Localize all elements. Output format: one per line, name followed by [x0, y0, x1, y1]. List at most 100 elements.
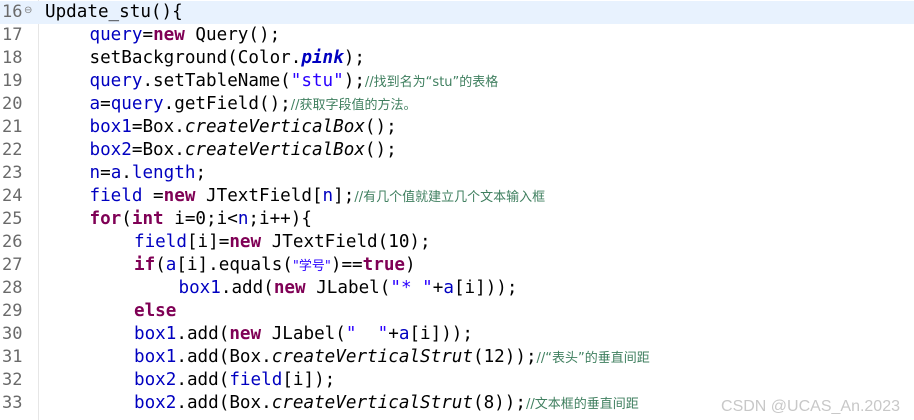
code-text: box2.add(Box.createVerticalStrut(8));//文…	[134, 392, 639, 415]
code-token: [i]));	[409, 324, 473, 344]
code-token: field	[229, 370, 283, 390]
code-line[interactable]: 26 field[i]=new JTextField(10);	[0, 231, 914, 254]
code-token: )==	[330, 255, 363, 275]
code-text: for(int i=0;i<n;i++){	[90, 208, 312, 231]
line-number: 27	[2, 255, 23, 275]
code-line[interactable]: 24 field =new JTextField[n];//有几个值就建立几个文本…	[0, 185, 914, 208]
code-token: [i]);	[282, 370, 336, 390]
code-token: "学号"	[292, 259, 331, 274]
code-line[interactable]: 21 box1=Box.createVerticalBox();	[0, 116, 914, 139]
code-token: query	[89, 25, 143, 45]
code-token: ;i++){	[248, 209, 312, 229]
code-token: JTextField(10);	[261, 232, 431, 252]
code-comment: //“表头”的垂直间距	[536, 351, 650, 366]
code-token: )	[405, 255, 416, 275]
code-token: +	[388, 324, 399, 344]
code-token: (12));	[472, 347, 537, 367]
code-keyword: new	[229, 324, 262, 344]
code-keyword: new	[153, 25, 185, 45]
code-token: .add(	[220, 278, 274, 298]
code-text: else	[134, 300, 176, 323]
code-token: +	[432, 278, 444, 298]
code-token: =	[142, 25, 154, 45]
code-line[interactable]: 27 if(a[i].equals("学号")==true)	[0, 254, 914, 277]
line-number: 17	[2, 25, 23, 45]
code-token: [i]));	[453, 278, 518, 298]
line-number: 28	[2, 278, 23, 298]
code-text: a=query.getField();//获取字段值的方法。	[90, 93, 417, 116]
code-line[interactable]: 31 box1.add(Box.createVerticalStrut(12));…	[0, 346, 914, 369]
code-token: n	[237, 209, 249, 229]
code-line[interactable]: 25 for(int i=0;i<n;i++){	[0, 208, 914, 231]
code-token: i=0;i<	[163, 209, 238, 229]
code-token: [i]=	[186, 232, 230, 252]
line-number: 23	[2, 163, 23, 183]
fold-toggle-icon[interactable]: ⊖	[24, 5, 32, 16]
code-token: );	[343, 48, 365, 68]
code-text: n=a.length;	[90, 162, 207, 185]
code-token: .	[121, 163, 132, 183]
code-token: "* "	[390, 278, 433, 298]
code-text: query.setTableName("stu");//找到名为“stu”的表格	[90, 70, 499, 93]
code-keyword: for	[89, 209, 122, 229]
code-token: =	[100, 163, 111, 183]
code-text: setBackground(Color.pink);	[90, 47, 365, 70]
code-token: a	[398, 324, 410, 344]
code-token: JTextField[	[195, 186, 323, 206]
code-token: =	[100, 94, 111, 114]
code-text: Update_stu(){	[45, 1, 183, 24]
code-token: createVerticalBox	[184, 140, 365, 160]
code-line[interactable]: 18 setBackground(Color.pink);	[0, 47, 914, 70]
code-editor[interactable]: 16 ⊖ Update_stu(){17 query=new Query(); 18 se…	[0, 0, 914, 420]
code-token: (	[121, 209, 132, 229]
code-line[interactable]: 28 box1.add(new JLabel("* "+a[i]));	[0, 277, 914, 300]
code-token: );	[343, 71, 365, 91]
code-token: a	[165, 255, 177, 275]
code-comment: //有几个值就建立几个文本输入框	[354, 190, 546, 205]
code-line[interactable]: 29 else	[0, 300, 914, 323]
code-line[interactable]: 19 query.setTableName("stu");//找到名为“stu”的…	[0, 70, 914, 93]
code-keyword: else	[134, 301, 177, 321]
code-token: (8));	[472, 393, 526, 413]
line-number: 31	[2, 347, 23, 367]
code-token: a	[89, 94, 101, 114]
code-text: query=new Query();	[90, 24, 281, 47]
line-number: 24	[2, 186, 23, 206]
code-token: =	[142, 186, 164, 206]
code-token: =Box.	[131, 140, 185, 160]
code-token: query	[110, 94, 164, 114]
line-number: 20	[2, 94, 23, 114]
code-keyword: true	[362, 255, 406, 275]
code-token: .add(Box.	[176, 347, 272, 367]
code-token: =Box.	[131, 117, 185, 137]
code-line[interactable]: 17 query=new Query();	[0, 24, 914, 47]
code-line[interactable]: 30 box1.add(new JLabel(" "+a[i]));	[0, 323, 914, 346]
code-line[interactable]: 20 a=query.getField();//获取字段值的方法。	[0, 93, 914, 116]
code-text: box1.add(Box.createVerticalStrut(12));//…	[134, 346, 650, 369]
code-token: createVerticalStrut	[271, 347, 473, 367]
code-token: JLabel(	[305, 278, 391, 298]
code-token: .getField();	[163, 94, 291, 114]
code-text: box1.add(new JLabel(" "+a[i]));	[134, 323, 473, 346]
code-token: n	[89, 163, 101, 183]
code-token: ();	[364, 117, 397, 137]
code-token: box2	[134, 393, 177, 413]
code-token: field	[89, 186, 143, 206]
code-line[interactable]: 16 ⊖ Update_stu(){	[0, 1, 914, 24]
line-number: 33	[2, 393, 23, 413]
code-token: setBackground(Color.	[89, 48, 302, 68]
code-token: (	[155, 255, 166, 275]
code-token: box2	[89, 140, 132, 160]
code-comment: //找到名为“stu”的表格	[364, 75, 499, 90]
line-number: 21	[2, 117, 23, 137]
code-keyword: new	[273, 278, 306, 298]
code-line[interactable]: 23 n=a.length;	[0, 162, 914, 185]
line-number: 18	[2, 48, 23, 68]
code-text: field =new JTextField[n];//有几个值就建立几个文本输入…	[90, 185, 546, 208]
code-token: box1	[134, 324, 177, 344]
code-line[interactable]: 22 box2=Box.createVerticalBox();	[0, 139, 914, 162]
code-line[interactable]: 32 box2.add(field[i]);	[0, 369, 914, 392]
code-token: ];	[333, 186, 355, 206]
code-token: a	[110, 163, 122, 183]
code-token: box1	[134, 347, 177, 367]
